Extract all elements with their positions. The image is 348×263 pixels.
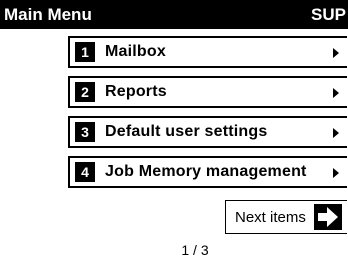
menu-item-label: Job Memory management	[105, 163, 307, 180]
user-indicator: SUP	[311, 5, 346, 24]
menu-item-job-memory-management[interactable]: 4 Job Memory management	[68, 156, 347, 188]
chevron-right-icon	[333, 88, 339, 98]
menu-item-mailbox[interactable]: 1 Mailbox	[68, 36, 347, 68]
chevron-right-icon	[333, 128, 339, 138]
page-indicator: 1 / 3	[181, 242, 209, 258]
menu-item-label: Default user settings	[105, 123, 268, 140]
page-title: Main Menu	[4, 5, 92, 24]
next-items-label: Next items	[235, 209, 306, 226]
item-number-badge: 1	[75, 42, 95, 62]
arrow-right-icon	[314, 204, 342, 230]
item-number-badge: 3	[75, 122, 95, 142]
item-number-badge: 4	[75, 162, 95, 182]
chevron-right-icon	[333, 48, 339, 58]
item-number-badge: 2	[75, 82, 95, 102]
menu-item-reports[interactable]: 2 Reports	[68, 76, 347, 108]
menu-item-default-user-settings[interactable]: 3 Default user settings	[68, 116, 347, 148]
chevron-right-icon	[333, 168, 339, 178]
menu-item-label: Reports	[105, 83, 167, 100]
header-bar: Main Menu SUP	[0, 0, 348, 29]
next-items-button[interactable]: Next items	[225, 200, 347, 234]
menu-item-label: Mailbox	[105, 43, 166, 60]
